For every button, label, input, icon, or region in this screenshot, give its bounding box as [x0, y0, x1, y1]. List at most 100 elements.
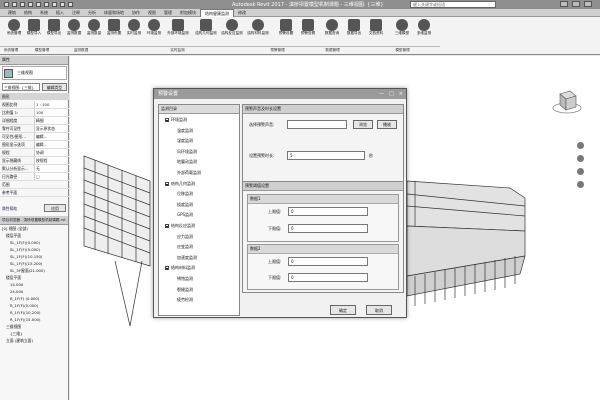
ribbon-button-8[interactable]: 外部环境监测 [167, 19, 189, 43]
tree-leaf[interactable]: 湿度监测 [177, 138, 193, 144]
property-row[interactable]: 详细程度 精细 [0, 117, 69, 125]
property-value[interactable]: 协调 [34, 149, 67, 156]
tree-leaf[interactable]: 温度监测 [177, 128, 193, 134]
property-value[interactable]: 编辑... [34, 133, 67, 140]
ribbon-tab-4[interactable]: 注释 [68, 9, 84, 17]
quick-access-toolbar[interactable] [4, 1, 114, 8]
browser-item[interactable]: 24.000 [10, 289, 23, 295]
print-icon[interactable] [44, 2, 49, 7]
collapse-icon[interactable] [165, 118, 169, 122]
app-menu-icon[interactable] [4, 2, 9, 7]
search-input[interactable]: 键入关键字或短语 [410, 1, 496, 8]
data1-upper-input[interactable]: 0 [288, 207, 368, 216]
type-selector[interactable]: 三维视图 [2, 66, 67, 80]
dialog-minimize-icon[interactable]: — [379, 89, 384, 99]
tree-category[interactable]: 结构材料监测 [165, 265, 195, 271]
property-value[interactable]: 编辑... [34, 141, 67, 148]
browser-item[interactable]: R_1F(F) (0.000) [10, 296, 39, 302]
tree-category[interactable]: 结构反应监测 [165, 223, 195, 229]
ribbon-button-16[interactable]: 文档资料 [366, 19, 386, 43]
ribbon-button-13[interactable]: 预警查看 [298, 19, 318, 43]
tree-category[interactable]: 结构几何监测 [165, 181, 195, 187]
tree-leaf[interactable]: 挠度监测 [177, 202, 193, 208]
collapse-icon[interactable] [165, 181, 169, 186]
pan-icon[interactable] [576, 155, 584, 162]
steering-wheel-icon[interactable] [576, 142, 584, 149]
orbit-icon[interactable] [576, 181, 584, 188]
ribbon-tab-10[interactable]: 附加模块 [176, 9, 200, 17]
tree-leaf[interactable]: 加速度监测 [177, 255, 197, 261]
tree-leaf[interactable]: 疲劳检测 [177, 297, 193, 303]
browser-item[interactable]: SL_1F(F)(0.000) [10, 240, 40, 246]
property-value[interactable]: 精细 [34, 117, 67, 124]
open-icon[interactable] [12, 2, 17, 7]
property-value[interactable]: 无 [34, 165, 67, 172]
tree-leaf[interactable]: 应变监测 [177, 244, 193, 250]
edit-type-button[interactable]: 编辑类型 [42, 83, 67, 91]
properties-help-link[interactable]: 属性帮助 [2, 206, 17, 212]
ribbon-button-18[interactable]: 多维监测 [414, 19, 434, 43]
data1-lower-input[interactable]: 0 [288, 224, 368, 233]
data2-lower-input[interactable]: 0 [288, 273, 368, 282]
browser-item[interactable]: {三维} [10, 331, 22, 337]
tree-leaf[interactable]: 风环境监测 [177, 149, 197, 155]
text-icon[interactable] [60, 2, 65, 7]
play-button[interactable]: 播放 [377, 120, 397, 129]
tree-leaf[interactable]: 位移监测 [177, 191, 193, 197]
property-value[interactable]: 1 : 100 [34, 101, 67, 108]
property-row[interactable]: 图形显示选项 编辑... [0, 141, 69, 149]
browser-item[interactable]: SL_1F(F)(5.000) [10, 247, 40, 253]
browser-item[interactable]: 楼层平面 [6, 233, 21, 239]
tree-category[interactable]: 环境监测 [165, 117, 187, 123]
browser-item[interactable]: SL_1F(F)(15.200) [10, 261, 42, 267]
collapse-icon[interactable] [165, 224, 169, 228]
measure-icon[interactable] [52, 2, 57, 7]
browse-button[interactable]: 浏览 [353, 120, 373, 129]
property-row[interactable]: 零件可见性 显示原状态 [0, 125, 69, 133]
ribbon-tab-12[interactable]: 修改 [234, 9, 250, 17]
ribbon-tab-3[interactable]: 插入 [52, 9, 68, 17]
ribbon-button-15[interactable]: 数据导出 [344, 19, 364, 43]
ribbon-button-12[interactable]: 预警设置 [276, 19, 296, 43]
property-row[interactable]: 可见性/图形... 编辑... [0, 133, 69, 141]
tree-leaf[interactable]: 锈蚀监测 [177, 276, 193, 282]
property-value[interactable]: 按规程 [34, 157, 67, 164]
property-row[interactable]: 范围 [0, 181, 69, 189]
tree-leaf[interactable]: GPS监测 [177, 212, 193, 218]
browser-item[interactable]: R_1F(F)(15.000) [10, 317, 41, 323]
dialog-close-icon[interactable]: × [399, 89, 403, 99]
ribbon-button-11[interactable]: 结构材料监测 [247, 19, 269, 43]
3d-view-icon[interactable] [68, 2, 73, 7]
tree-leaf[interactable]: 裂缝监测 [177, 287, 193, 293]
apply-button[interactable]: 应用 [44, 204, 66, 212]
redo-icon[interactable] [36, 2, 41, 7]
dialog-maximize-icon[interactable]: □ [389, 89, 394, 99]
ribbon-tab-11[interactable]: 结构健康监测 [200, 8, 234, 17]
property-row[interactable]: 比例值 1: 100 [0, 109, 69, 117]
view-selector[interactable]: 三维视图: {三维} [2, 83, 40, 91]
sound-file-input[interactable] [287, 120, 347, 129]
cancel-button[interactable]: 取消 [366, 305, 392, 315]
ribbon-tab-5[interactable]: 分析 [84, 9, 100, 17]
graphics-section[interactable]: 图形 [0, 93, 69, 100]
property-row[interactable]: 参考平面 [0, 189, 69, 197]
maximize-icon[interactable] [572, 1, 580, 7]
browser-item[interactable]: R_1F(F)(5.000) [10, 303, 38, 309]
ribbon-button-14[interactable]: 数据查询 [322, 19, 342, 43]
browser-item[interactable]: 14.000 [10, 282, 23, 288]
view-cube[interactable] [552, 86, 582, 116]
ok-button[interactable]: 确定 [330, 305, 356, 315]
browser-item[interactable]: R_1F(F)(10.200) [10, 310, 41, 316]
ribbon-button-10[interactable]: 结构反应监测 [221, 19, 243, 43]
ribbon-tab-2[interactable]: 系统 [36, 9, 52, 17]
browser-item[interactable]: SL_1F(F)(10.150) [10, 254, 42, 260]
minimize-icon[interactable] [560, 1, 568, 7]
collapse-icon[interactable] [165, 266, 169, 271]
tree-leaf[interactable]: 应力监测 [177, 234, 193, 240]
close-icon[interactable] [584, 1, 592, 7]
ribbon-tab-6[interactable]: 体量和场地 [100, 9, 128, 17]
ribbon-button-17[interactable]: 三维模型 [392, 19, 412, 43]
save-icon[interactable] [20, 2, 25, 7]
ribbon-button-7[interactable]: 环境监测 [144, 19, 164, 43]
data2-upper-input[interactable]: 0 [288, 257, 368, 266]
